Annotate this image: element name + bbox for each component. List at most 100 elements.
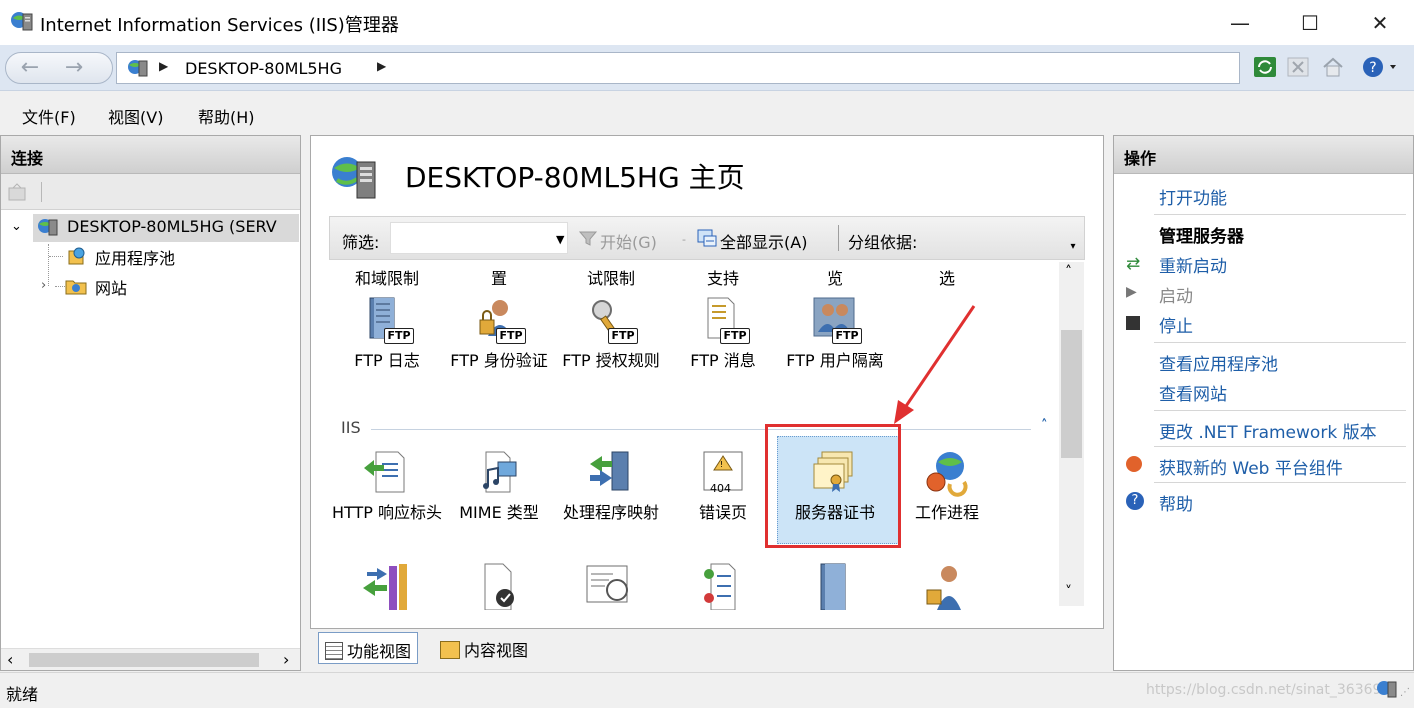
tree-node-app-pools[interactable]: 应用程序池 <box>95 245 175 269</box>
stop-square-icon <box>1126 316 1140 330</box>
maximize-button[interactable]: ☐ <box>1275 0 1345 45</box>
default-document-icon[interactable] <box>471 562 525 610</box>
action-stop[interactable]: 停止 <box>1159 312 1193 337</box>
divider <box>1154 342 1406 343</box>
tree-node-server[interactable]: DESKTOP-80ML5HG (SERV <box>33 214 299 242</box>
show-all-button[interactable]: 全部显示(A) <box>720 229 807 253</box>
filter-input[interactable] <box>390 222 568 254</box>
connect-icon[interactable] <box>7 182 29 202</box>
collapse-group-icon[interactable]: ˄ <box>1041 418 1048 433</box>
vertical-scrollbar[interactable]: ˄ ˅ <box>1059 262 1084 606</box>
forward-icon[interactable]: → <box>54 56 94 82</box>
feature-worker-processes[interactable]: 工作进程 <box>891 448 1003 525</box>
toolbar-divider <box>838 225 839 251</box>
home-icon[interactable] <box>1320 54 1346 80</box>
svg-text:!: ! <box>720 460 723 469</box>
menu-help[interactable]: 帮助(H) <box>198 104 255 128</box>
action-change-net-framework[interactable]: 更改 .NET Framework 版本 <box>1159 418 1377 443</box>
minimize-button[interactable]: — <box>1205 0 1275 45</box>
title-bar: Internet Information Services (IIS)管理器 —… <box>0 0 1414 45</box>
tab-features-view[interactable]: 功能视图 <box>318 632 419 664</box>
action-help[interactable]: 帮助 <box>1159 490 1193 515</box>
feature-label-clipped[interactable]: 置 <box>443 266 555 291</box>
horizontal-scrollbar[interactable]: ‹ › <box>1 648 300 670</box>
feature-label: FTP 消息 <box>690 351 756 370</box>
feature-ftp-authorization[interactable]: FTP FTP 授权规则 <box>555 296 667 373</box>
ftp-badge: FTP <box>720 328 750 344</box>
scroll-up-icon[interactable]: ˄ <box>1065 264 1072 280</box>
divider <box>1154 482 1406 483</box>
action-get-web-components[interactable]: 获取新的 Web 平台组件 <box>1159 454 1343 479</box>
scroll-thumb[interactable] <box>1061 330 1082 458</box>
menu-view[interactable]: 视图(V) <box>108 104 163 128</box>
feature-mime-types[interactable]: MIME 类型 <box>443 448 555 525</box>
feature-label: FTP 身份验证 <box>450 351 548 370</box>
directory-browsing-icon[interactable] <box>583 562 637 610</box>
scroll-left-icon[interactable]: ‹ <box>7 650 13 669</box>
help-dropdown-icon[interactable]: ? <box>1360 54 1400 80</box>
feature-label-clipped[interactable]: 选 <box>891 266 1003 291</box>
back-icon[interactable]: ← <box>10 56 50 82</box>
server-home-icon <box>329 152 381 204</box>
feature-ftp-authentication[interactable]: FTP FTP 身份验证 <box>443 296 555 373</box>
ftp-user-isolation-icon: FTP <box>808 296 862 346</box>
feature-error-pages[interactable]: ! 404 错误页 <box>667 448 779 525</box>
action-view-sites[interactable]: 查看网站 <box>1159 380 1227 405</box>
tree-node-sites[interactable]: 网站 <box>95 275 127 299</box>
stop-icon[interactable] <box>1285 54 1311 80</box>
features-view-label: 功能视图 <box>347 642 412 661</box>
feature-handler-mappings[interactable]: 处理程序映射 <box>555 448 667 525</box>
feature-label-clipped[interactable]: 览 <box>779 266 891 291</box>
collapse-chevron-icon[interactable]: ⌄ <box>11 219 22 234</box>
toolbar-overflow-icon[interactable]: ▾ <box>1066 241 1080 255</box>
feature-label-clipped[interactable]: 试限制 <box>555 266 667 291</box>
nav-buttons: ← → <box>5 52 113 84</box>
feature-ftp-messages[interactable]: FTP FTP 消息 <box>667 296 779 373</box>
action-group-manage-server: 管理服务器 <box>1159 227 1244 247</box>
group-by-label[interactable]: 分组依据: <box>848 229 917 253</box>
breadcrumb-chevron-icon[interactable]: ▶ <box>377 59 386 73</box>
filter-dropdown-icon[interactable]: ▼ <box>556 233 564 246</box>
start-button[interactable]: 开始(G) <box>600 229 657 253</box>
feature-label-clipped[interactable]: 和域限制 <box>331 266 443 291</box>
divider <box>1154 214 1406 215</box>
ftp-messages-icon: FTP <box>696 296 750 346</box>
authentication-icon[interactable] <box>919 562 973 610</box>
feature-label-clipped[interactable]: 支持 <box>667 266 779 291</box>
scroll-thumb[interactable] <box>29 653 259 667</box>
feature-label: FTP 授权规则 <box>562 351 660 370</box>
tab-content-view[interactable]: 内容视图 <box>434 632 534 664</box>
authentication-rules-icon[interactable] <box>359 562 413 610</box>
scroll-right-icon[interactable]: › <box>283 650 289 669</box>
scroll-down-icon[interactable]: ˅ <box>1065 584 1072 600</box>
logging-icon[interactable] <box>807 562 861 610</box>
ftp-logging-icon: FTP <box>360 296 414 346</box>
status-text: 就绪 <box>6 685 39 704</box>
address-bar[interactable]: ▶ DESKTOP-80ML5HG ▶ <box>116 52 1240 84</box>
restart-icon: ⇄ <box>1126 254 1141 274</box>
menu-file[interactable]: 文件(F) <box>22 104 76 128</box>
actions-pane: 操作 打开功能 管理服务器 ⇄ 重新启动 ▶ 启动 停止 查看应用程序池 查看网… <box>1113 135 1414 671</box>
status-bar: 就绪 https://blog.csdn.net/sinat_36369 ⋰ <box>0 672 1414 708</box>
ftp-authorization-icon: FTP <box>584 296 638 346</box>
app-pool-icon <box>65 246 87 266</box>
toolbar-divider <box>41 182 42 202</box>
action-restart[interactable]: 重新启动 <box>1159 252 1227 277</box>
feature-ftp-user-isolation[interactable]: FTP FTP 用户隔离 <box>779 296 891 373</box>
expand-chevron-icon[interactable]: › <box>41 278 46 293</box>
failed-request-tracing-icon[interactable] <box>695 562 749 610</box>
feature-label: 错误页 <box>698 503 747 522</box>
error-code-badge: 404 <box>710 482 731 495</box>
resize-grip-icon[interactable]: ⋰ <box>1400 687 1410 698</box>
refresh-icon[interactable] <box>1252 54 1278 80</box>
feature-http-response-headers[interactable]: HTTP 响应标头 <box>331 448 443 525</box>
feature-ftp-logging[interactable]: FTP FTP 日志 <box>331 296 443 373</box>
feature-label: FTP 用户隔离 <box>786 351 884 370</box>
tree-line <box>55 286 65 287</box>
feature-server-certificates[interactable]: 服务器证书 <box>765 424 901 548</box>
action-view-app-pools[interactable]: 查看应用程序池 <box>1159 350 1278 375</box>
breadcrumb-server[interactable]: DESKTOP-80ML5HG <box>185 59 342 78</box>
action-start[interactable]: 启动 <box>1159 282 1193 307</box>
close-button[interactable]: ✕ <box>1345 0 1414 45</box>
action-open-feature[interactable]: 打开功能 <box>1159 184 1227 209</box>
